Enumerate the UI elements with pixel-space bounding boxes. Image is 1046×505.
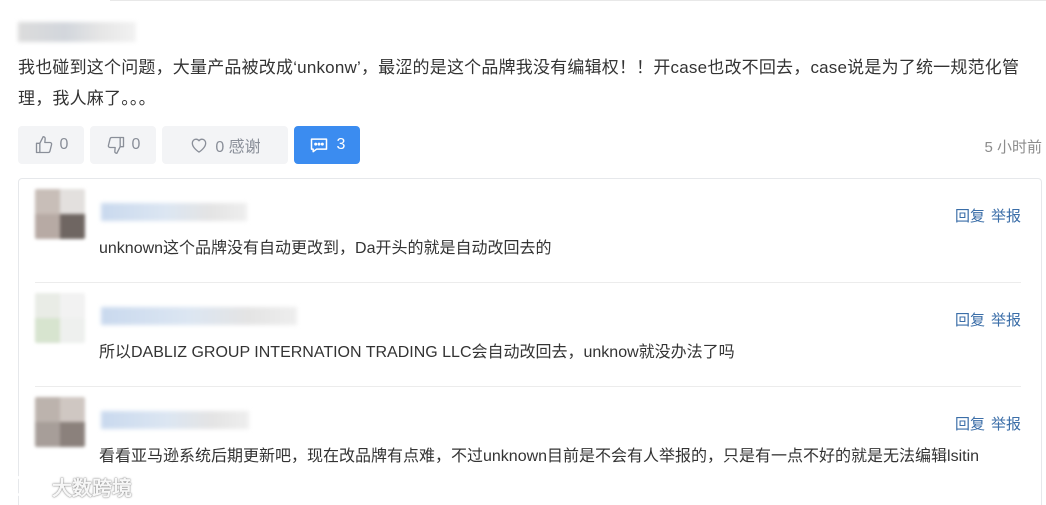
report-link[interactable]: 举报: [991, 208, 1021, 225]
dislike-count: 0: [131, 136, 141, 153]
reply-item: 回复 举报 看看亚马逊系统后期更新吧，现在改品牌有点难，不过unknown目前是不…: [19, 387, 1041, 491]
reply-author-blurred: [101, 411, 249, 429]
post-timestamp: 5 小时前: [984, 139, 1042, 156]
avatar: [35, 293, 85, 343]
comment-count: 3: [336, 136, 346, 153]
watermark: 大数跨境: [8, 472, 132, 500]
reply-content: 看看亚马逊系统后期更新吧，现在改品牌有点难，不过unknown目前是不会有人举报…: [99, 448, 980, 465]
post-author-blurred: [18, 22, 136, 42]
reply-content: unknown这个品牌没有自动更改到，Da开头的就是自动改回去的: [99, 240, 552, 257]
replies-panel: 回复 举报 unknown这个品牌没有自动更改到，Da开头的就是自动改回去的 回复…: [18, 178, 1042, 505]
post-action-bar: 0 0 0 感谢 3: [18, 126, 360, 164]
reply-item: 回复 举报 unknown这个品牌没有自动更改到，Da开头的就是自动改回去的: [19, 179, 1041, 283]
post-content: 我也碰到这个问题，大量产品被改成‘unkonw’，最涩的是这个品牌我没有编辑权！…: [18, 58, 1020, 108]
reply-author-blurred: [101, 307, 297, 325]
reply-link[interactable]: 回复: [955, 416, 985, 433]
heart-icon: [191, 138, 207, 153]
thanks-button[interactable]: 0 感谢: [162, 126, 288, 164]
thumbs-up-icon: [35, 136, 52, 154]
dislike-button[interactable]: 0: [90, 126, 156, 164]
like-count: 0: [59, 136, 69, 153]
top-divider: [110, 0, 1046, 1]
reply-link[interactable]: 回复: [955, 312, 985, 329]
comment-bubble-icon: [310, 138, 327, 153]
comment-thread-page: 我也碰到这个问题，大量产品被改成‘unkonw’，最涩的是这个品牌我没有编辑权！…: [0, 0, 1046, 505]
watermark-text: 大数跨境: [52, 475, 132, 500]
comments-toggle-button[interactable]: 3: [294, 126, 360, 164]
like-button[interactable]: 0: [18, 126, 84, 164]
avatar: [35, 189, 85, 239]
reply-item: 回复 举报 所以DABLIZ GROUP INTERNATION TRADING …: [19, 283, 1041, 387]
thanks-label: 0 感谢: [215, 139, 261, 156]
reply-content: 所以DABLIZ GROUP INTERNATION TRADING LLC会自…: [99, 344, 735, 361]
reply-link[interactable]: 回复: [955, 208, 985, 225]
reply-action-links: 回复 举报: [955, 205, 1021, 226]
avatar: [35, 397, 85, 447]
report-link[interactable]: 举报: [991, 312, 1021, 329]
logo-icon: [13, 475, 44, 497]
thumbs-down-icon: [107, 136, 124, 154]
report-link[interactable]: 举报: [991, 416, 1021, 433]
reply-action-links: 回复 举报: [955, 309, 1021, 330]
reply-author-blurred: [101, 203, 247, 221]
reply-action-links: 回复 举报: [955, 413, 1021, 434]
